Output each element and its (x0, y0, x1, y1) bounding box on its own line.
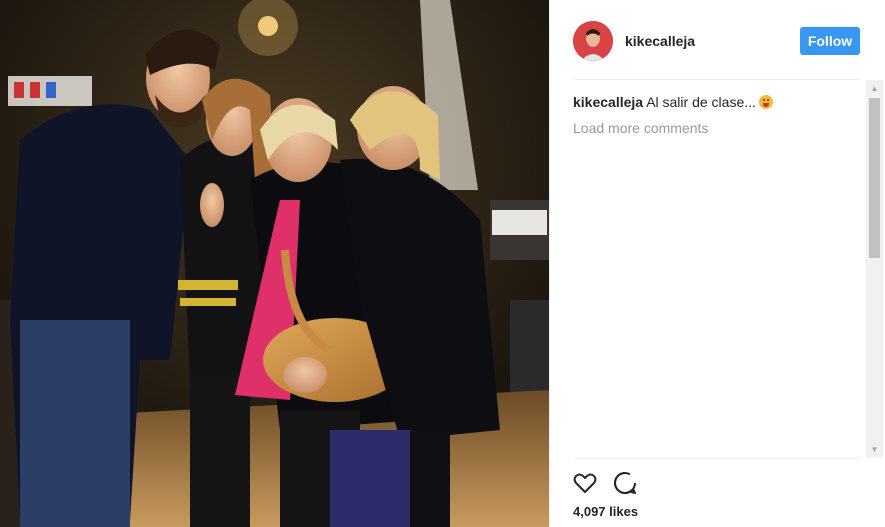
comments-section: kikecalleja Al salir de clase... Load mo… (573, 93, 858, 136)
instagram-post: kikecalleja Follow kikecalleja Al salir … (0, 0, 885, 527)
header-username-link[interactable]: kikecalleja (625, 33, 695, 49)
follow-button[interactable]: Follow (800, 27, 860, 55)
caption-username-link[interactable]: kikecalleja (573, 94, 643, 110)
group-photo-illustration (0, 0, 549, 527)
tongue-emoji-icon (758, 95, 773, 109)
scrollbar-thumb[interactable] (869, 98, 880, 258)
header-divider (573, 79, 860, 80)
scroll-down-arrow-icon[interactable]: ▼ (866, 441, 883, 458)
scroll-up-arrow-icon[interactable]: ▲ (866, 80, 883, 97)
post-photo[interactable] (0, 0, 549, 527)
post-header: kikecalleja Follow (550, 0, 885, 80)
heart-icon[interactable] (572, 470, 598, 496)
likes-count[interactable]: 4,097 likes (573, 504, 638, 519)
caption: kikecalleja Al salir de clase... (573, 93, 858, 111)
avatar-image (573, 21, 613, 61)
avatar[interactable] (573, 21, 613, 61)
comment-icon[interactable] (612, 470, 638, 496)
comments-scrollbar[interactable]: ▲ ▼ (866, 80, 883, 458)
load-more-comments-link[interactable]: Load more comments (573, 120, 858, 136)
actions-divider (573, 458, 860, 459)
caption-text: Al salir de clase... (646, 94, 756, 110)
post-side-panel: kikecalleja Follow kikecalleja Al salir … (550, 0, 885, 527)
